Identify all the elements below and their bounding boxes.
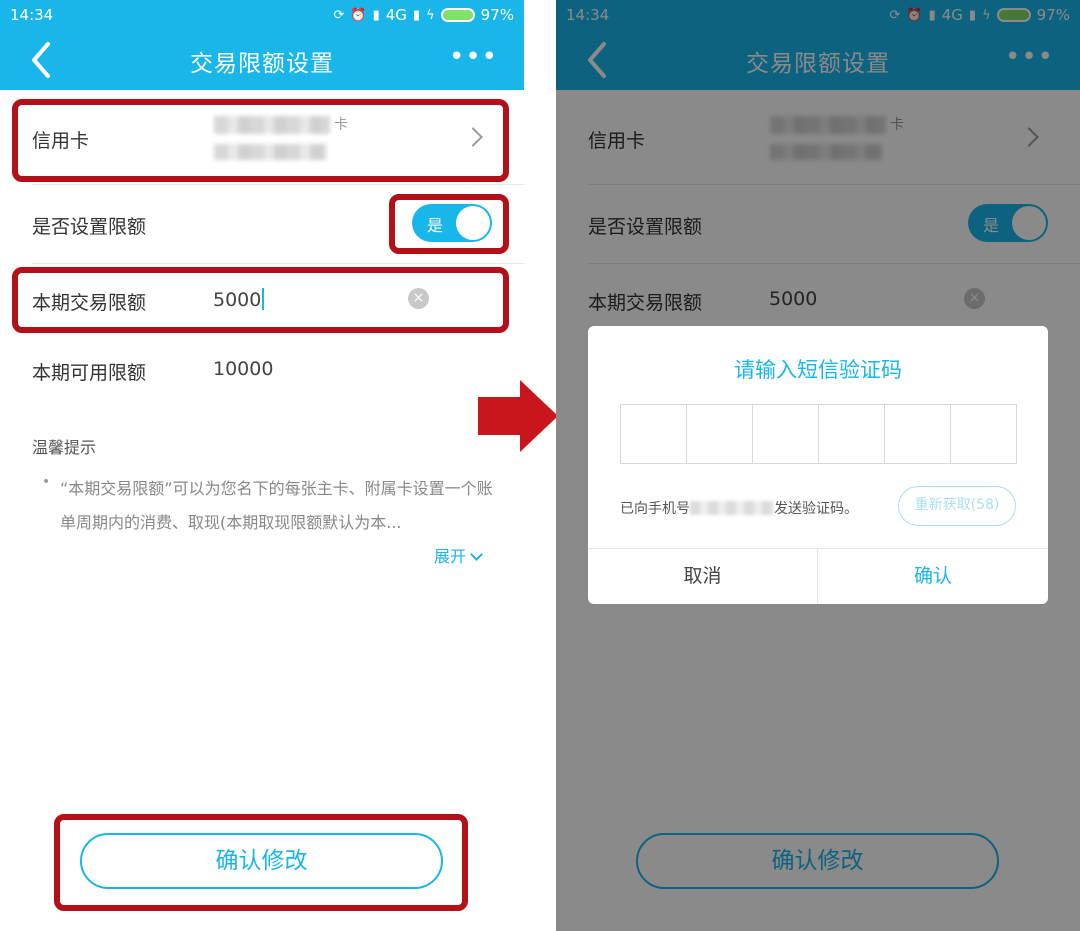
battery-icon (440, 8, 475, 22)
sms-code-box[interactable] (819, 405, 885, 463)
charging-icon: ϟ (426, 7, 435, 23)
alarm-icon: ⏰ (350, 7, 367, 23)
sms-verification-dialog: 请输入短信验证码 已向手机号 发送验证码。 重新获取(58) 取消 确认 (588, 326, 1048, 604)
tips-title: 温馨提示 (32, 438, 97, 457)
sms-code-input[interactable] (620, 404, 1017, 464)
tip-bullet: • (42, 474, 51, 490)
sync-icon: ⟳ (333, 7, 345, 23)
available-limit-label: 本期可用限额 (32, 362, 147, 384)
arrow-head-icon (520, 380, 558, 452)
set-limit-label: 是否设置限额 (32, 216, 147, 238)
phone-screen-right: 14:34 ⟳ ⏰ ▮ 4G ▮ ϟ 97% 交易限额设置 ••• 信用卡 卡 … (556, 0, 1080, 931)
available-limit-value: 10000 (213, 358, 274, 380)
phone-screen-left: 14:34 ⟳ ⏰ ▮ 4G ▮ ϟ 97% 交易限额设置 ••• 信用卡 卡 … (0, 0, 524, 931)
chevron-down-icon (470, 548, 483, 561)
status-system-icons: ⟳ ⏰ ▮ 4G ▮ ϟ 97% (334, 6, 515, 24)
battery-percent: 97% (480, 6, 514, 24)
tip-text: “本期交易限额”可以为您名下的每张主卡、附属卡设置一个账单周期内的消费、取现(本… (60, 479, 493, 532)
expand-link[interactable]: 展开 (434, 543, 483, 567)
sms-sent-notice: 已向手机号 发送验证码。 (620, 498, 858, 518)
highlight-limit-row (12, 267, 509, 333)
dialog-cancel-button[interactable]: 取消 (588, 549, 818, 604)
highlight-card-row (12, 99, 509, 182)
page-title: 交易限额设置 (190, 51, 334, 77)
sent-suffix: 发送验证码。 (774, 501, 858, 517)
dialog-confirm-button[interactable]: 确认 (818, 549, 1048, 604)
status-time: 14:34 (10, 6, 54, 24)
sms-code-box[interactable] (687, 405, 753, 463)
arrow-right-icon (478, 397, 522, 435)
sent-prefix: 已向手机号 (620, 501, 690, 517)
status-bar: 14:34 ⟳ ⏰ ▮ 4G ▮ ϟ 97% (0, 0, 524, 30)
resend-code-button[interactable]: 重新获取(58) (898, 486, 1016, 526)
highlight-toggle (389, 194, 509, 254)
sms-code-box[interactable] (951, 405, 1016, 463)
phone-number-blurred (690, 501, 774, 515)
network-type: 4G (385, 6, 407, 24)
sms-code-box[interactable] (885, 405, 951, 463)
dialog-title: 请输入短信验证码 (734, 358, 902, 382)
highlight-confirm-button (54, 814, 468, 911)
signal-icon: ▮ (412, 7, 421, 23)
available-limit-row: 本期可用限额 10000 (0, 334, 524, 404)
signal-icon: ▮ (372, 7, 380, 23)
sms-code-box[interactable] (621, 405, 687, 463)
expand-label: 展开 (434, 547, 467, 566)
sms-code-box[interactable] (753, 405, 819, 463)
more-menu-button[interactable]: ••• (449, 42, 498, 72)
nav-bar: 交易限额设置 ••• (0, 30, 524, 90)
